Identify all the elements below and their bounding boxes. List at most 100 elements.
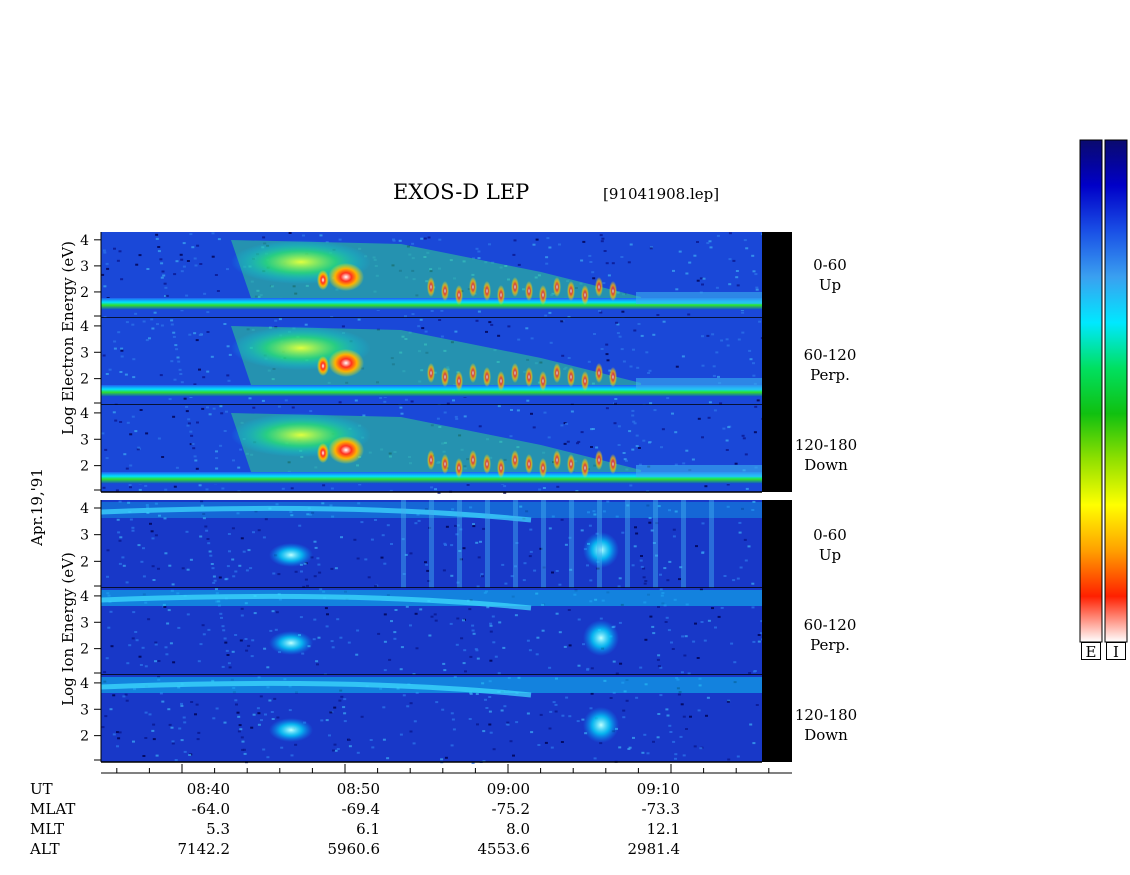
texture-pixel [226, 654, 230, 656]
y-tick-label: 2 [80, 459, 89, 475]
texture-pixel [160, 276, 164, 279]
texture-pixel [477, 310, 481, 313]
texture-pixel [577, 664, 581, 667]
texture-pixel [181, 567, 185, 570]
texture-pixel [191, 443, 195, 445]
texture-pixel [643, 582, 647, 585]
texture-pixel [154, 641, 158, 644]
texture-pixel [741, 434, 745, 437]
texture-pixel [545, 256, 549, 259]
texture-pixel [195, 339, 199, 342]
texture-pixel [642, 439, 646, 442]
intense-spot [483, 454, 491, 474]
texture-pixel [672, 269, 675, 272]
texture-pixel [336, 618, 340, 621]
texture-pixel [543, 411, 547, 414]
texture-pixel [211, 255, 215, 258]
texture-pixel [371, 746, 375, 749]
texture-pixel [183, 750, 187, 753]
texture-pixel [455, 417, 459, 420]
vertical-streak [541, 500, 546, 588]
texture-pixel [102, 486, 106, 489]
texture-pixel [475, 541, 479, 544]
texture-pixel [757, 634, 761, 636]
texture-pixel [247, 644, 251, 647]
texture-pixel [186, 260, 190, 262]
texture-pixel [554, 710, 558, 713]
texture-pixel [503, 485, 507, 488]
texture-pixel [601, 237, 605, 240]
row-value: -73.3 [641, 800, 680, 818]
texture-pixel [316, 557, 320, 560]
texture-pixel [357, 318, 361, 321]
texture-pixel [118, 562, 122, 565]
texture-pixel [150, 530, 154, 533]
texture-pixel [699, 747, 703, 750]
texture-pixel [492, 748, 496, 751]
texture-pixel [126, 421, 130, 424]
texture-pixel [443, 542, 447, 545]
texture-pixel [138, 254, 142, 257]
texture-pixel [563, 442, 567, 445]
texture-pixel [393, 637, 397, 640]
texture-pixel [477, 257, 481, 260]
texture-pixel [580, 529, 584, 532]
texture-pixel [317, 636, 321, 639]
texture-pixel [716, 234, 720, 237]
texture-pixel [144, 484, 148, 487]
texture-pixel [170, 360, 174, 363]
texture-pixel [639, 559, 643, 562]
texture-pixel [208, 413, 212, 416]
texture-pixel [390, 620, 393, 623]
texture-pixel [708, 401, 712, 404]
texture-pixel [576, 442, 579, 445]
texture-pixel [592, 277, 596, 280]
texture-pixel [116, 259, 120, 262]
texture-pixel [735, 276, 739, 279]
texture-pixel [120, 349, 124, 352]
texture-pixel [154, 534, 158, 537]
texture-pixel [356, 557, 360, 560]
texture-pixel [159, 374, 163, 377]
texture-pixel [730, 642, 734, 645]
texture-pixel [260, 719, 263, 722]
texture-pixel [191, 246, 195, 249]
texture-pixel [225, 410, 228, 413]
texture-pixel [701, 364, 705, 367]
texture-pixel [223, 721, 227, 724]
texture-pixel [649, 402, 653, 405]
row-value: 5.3 [206, 820, 230, 838]
texture-pixel [215, 467, 219, 470]
y-tick-label: 2 [80, 554, 89, 570]
texture-pixel [409, 624, 412, 627]
texture-pixel [640, 565, 644, 568]
texture-pixel [215, 450, 218, 453]
texture-pixel [399, 668, 403, 671]
texture-pixel [228, 353, 232, 356]
texture-pixel [409, 702, 413, 705]
texture-pixel [161, 700, 165, 703]
texture-pixel [434, 488, 437, 491]
texture-pixel [226, 345, 230, 348]
texture-pixel [685, 272, 689, 275]
texture-pixel [443, 411, 447, 414]
texture-pixel [336, 748, 340, 750]
texture-pixel [212, 575, 216, 578]
texture-pixel [142, 755, 146, 757]
texture-pixel [164, 286, 168, 289]
texture-pixel [144, 737, 148, 739]
texture-pixel [186, 613, 190, 616]
texture-pixel [241, 740, 245, 743]
texture-pixel [125, 581, 129, 584]
texture-pixel [313, 540, 317, 543]
texture-pixel [754, 273, 758, 276]
intense-spot [525, 281, 533, 301]
row-value: 4553.6 [477, 840, 531, 858]
texture-pixel [605, 343, 609, 346]
texture-pixel [113, 347, 117, 350]
texture-pixel [209, 554, 213, 557]
texture-pixel [631, 564, 635, 567]
texture-pixel [561, 354, 565, 357]
texture-pixel [514, 614, 518, 617]
texture-pixel [280, 746, 284, 749]
